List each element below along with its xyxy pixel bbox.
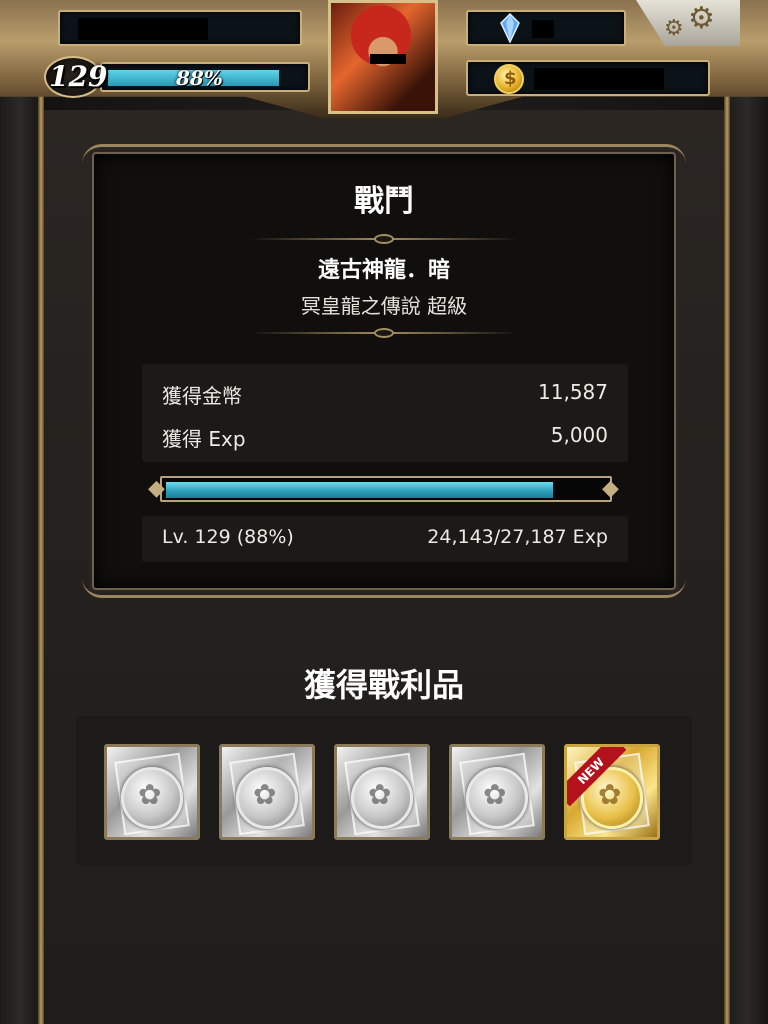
loot-title: 獲得戰利品	[303, 666, 464, 704]
right-rail	[724, 0, 730, 1024]
divider-ornament-top	[374, 234, 394, 244]
silver-coin-icon	[121, 767, 183, 829]
loot-item-4[interactable]	[449, 744, 545, 840]
stage-name: 冥皇龍之傳說 超級	[300, 294, 468, 318]
redacted-gem-count	[532, 20, 554, 38]
panel-ornament-top	[82, 144, 686, 170]
divider-ornament-bottom	[374, 328, 394, 338]
loot-item-3[interactable]	[334, 744, 430, 840]
coin-reward-label: 獲得金幣	[162, 384, 242, 408]
right-frame	[726, 0, 768, 1024]
panel-ornament-bottom	[82, 574, 686, 598]
level-progress-fill	[166, 482, 553, 498]
redacted-name	[78, 18, 208, 40]
player-name-bar	[58, 10, 302, 46]
player-exp-bar: 88%	[100, 62, 310, 92]
left-rail	[38, 0, 44, 1024]
exp-reward-label: 獲得 Exp	[162, 427, 246, 451]
progress-cap-left-icon: ◆	[148, 476, 165, 501]
boss-name: 遠古神龍．暗	[317, 258, 450, 283]
exp-progress-text: 24,143/27,187 Exp	[427, 526, 608, 548]
coin-reward-row: 獲得金幣 11,587	[162, 380, 608, 409]
exp-reward-row: 獲得 Exp 5,000	[162, 423, 608, 452]
battle-title: 戰鬥	[354, 184, 414, 219]
player-level: 129	[49, 60, 108, 93]
silver-coin-icon	[236, 767, 298, 829]
level-info-row: Lv. 129 (88%) 24,143/27,187 Exp	[162, 526, 608, 548]
progress-cap-right-icon: ◆	[602, 476, 619, 501]
player-exp-percent: 88%	[176, 66, 223, 90]
silver-coin-icon	[351, 767, 413, 829]
gear-icon: ⚙	[688, 1, 715, 36]
crystal-icon	[500, 13, 520, 43]
exp-reward-value: 5,000	[550, 423, 608, 447]
coin-icon	[494, 64, 524, 94]
level-text: Lv. 129 (88%)	[162, 526, 294, 548]
coin-reward-value: 11,587	[538, 380, 608, 404]
loot-item-5[interactable]: NEW	[564, 744, 660, 840]
small-gear-icon: ⚙	[664, 16, 684, 41]
loot-item-1[interactable]	[104, 744, 200, 840]
avatar-censor-bar	[370, 54, 406, 64]
redacted-coin-count	[534, 68, 664, 90]
header: 88% 129 ⚙ ⚙	[0, 0, 768, 130]
silver-coin-icon	[466, 767, 528, 829]
left-frame	[0, 0, 42, 1024]
gem-counter[interactable]	[466, 10, 626, 46]
loot-item-2[interactable]	[219, 744, 315, 840]
